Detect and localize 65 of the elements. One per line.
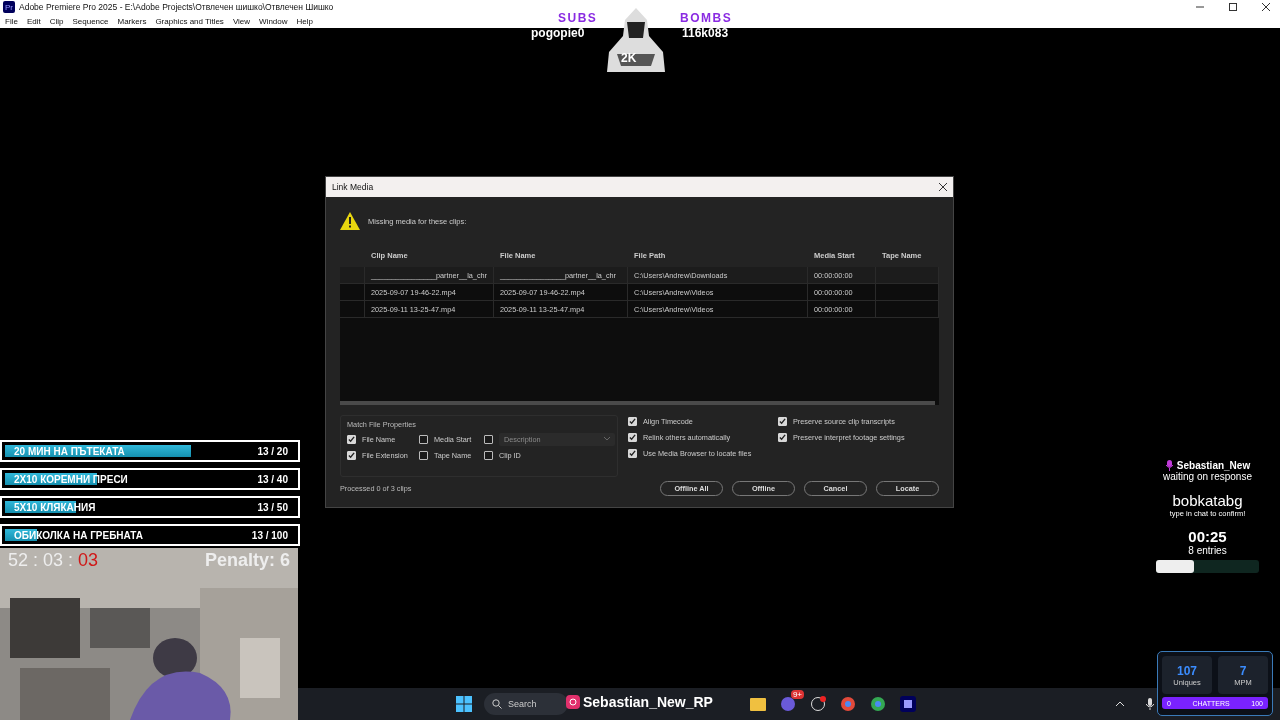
microphone-icon [1164,460,1174,471]
scrollbar[interactable] [340,401,935,405]
goal-count: 13 / 50 [257,501,288,513]
checkbox[interactable] [628,448,637,458]
bombs-name: 116k083 [682,26,729,40]
checkbox[interactable] [347,434,356,444]
countdown-time: 00:25 [1188,528,1227,545]
bombs-label: BOMBS [680,11,733,25]
start-icon[interactable] [454,694,474,714]
giveaway-status: waiting on response [1163,471,1252,482]
menu-item[interactable]: Sequence [72,16,109,26]
checkbox[interactable] [484,450,493,460]
giveaway-user: Sebastian_New [1176,460,1251,471]
menu-item[interactable]: Edit [26,16,41,26]
penalty-text: Penalty: 6 [204,550,290,571]
menu-item[interactable]: Window [259,16,288,26]
checkbox[interactable] [347,450,356,460]
goal-count: 13 / 40 [257,473,288,485]
goal-count: 13 / 20 [257,445,288,457]
badge-text: 2K [621,51,637,65]
checkbox[interactable] [778,432,787,442]
browser-icon[interactable] [868,694,888,714]
goal-count: 13 / 100 [251,529,288,541]
minimize-icon[interactable] [1195,3,1204,11]
camera-icon [566,695,580,709]
menu-item[interactable]: Help [296,16,313,26]
browser-icon[interactable] [838,694,858,714]
checkbox[interactable] [419,450,428,460]
maximize-icon[interactable] [1228,3,1237,11]
app-logo: Pr [3,1,15,13]
subs-label: SUBS [558,11,598,25]
window-title: Adobe Premiere Pro 2025 - E:\Adobe Projects\Отвлечен шишко\Отвлечен Шишко [19,2,334,12]
winner-name: bobkatabg [1172,492,1243,509]
stat-value: 7 [1239,663,1247,678]
checkbox[interactable] [484,434,493,444]
checkbox[interactable] [628,416,637,426]
timer-digits: 03 [43,550,64,571]
notification-badge: 9+ [790,690,804,699]
subs-name: pogopie0 [531,26,585,40]
menu-item[interactable]: File [5,16,18,26]
menu-item[interactable]: Clip [49,16,64,26]
checkbox[interactable] [419,434,428,444]
timer-digits: 03 [78,550,99,571]
overlay-name: Sebastian_New_RP [583,694,713,710]
checkbox[interactable] [778,416,787,426]
warning-icon [340,212,360,230]
timer-digits: 52 [8,550,29,571]
search-icon [492,699,502,709]
app-icon[interactable] [780,696,796,712]
menu-item[interactable]: View [232,16,251,26]
dialog-title: Link Media [332,182,374,192]
goal-label: 20 МИН НА ПЪТЕКАТА [14,445,125,457]
menu-item[interactable]: Graphics and Titles [155,16,224,26]
close-icon[interactable] [939,183,947,191]
checkbox[interactable] [628,432,637,442]
record-icon[interactable] [808,694,828,714]
timer-separator: : [68,550,74,571]
timer-separator: : [33,550,39,571]
entries-count: 8 entries [1188,545,1227,556]
stat-value: 107 [1177,663,1197,678]
chevron-down-icon [604,437,610,441]
premiere-icon[interactable] [898,694,918,714]
search-field[interactable]: Search [484,693,568,715]
close-icon[interactable] [1261,3,1270,11]
menu-item[interactable]: Markers [117,16,147,26]
